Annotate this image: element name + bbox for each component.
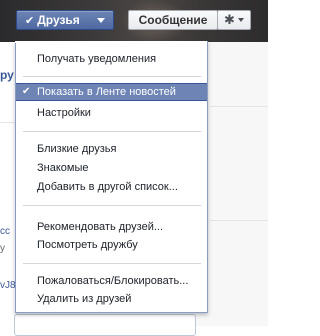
message-button-label: Сообщение [138, 13, 208, 27]
chevron-down-icon [237, 18, 244, 22]
menu-item-label: Добавить в другой список... [37, 181, 178, 193]
divider [210, 220, 268, 221]
menu-item-label: Пожаловаться/Блокировать... [37, 275, 189, 287]
menu-item-label: Настройки [37, 107, 91, 119]
menu-item-add-to-list[interactable]: Добавить в другой список... [16, 178, 207, 196]
menu-item-label: Знакомые [37, 162, 89, 174]
menu-item-settings[interactable]: Настройки [16, 104, 207, 122]
menu-separator [23, 131, 201, 132]
menu-item-label: Удалить из друзей [37, 293, 132, 305]
friends-dropdown-menu: Получать уведомления ✔ Показать в Ленте … [15, 41, 208, 313]
left-fragment-text: у [0, 243, 5, 254]
menu-item-close-friends[interactable]: Близкие друзья [16, 140, 207, 158]
menu-item-label: Близкие друзья [37, 143, 117, 155]
menu-item-see-friendship[interactable]: Посмотреть дружбу [16, 236, 207, 254]
menu-item-label: Показать в Ленте новостей [37, 86, 176, 98]
left-fragment-text: ру [0, 68, 14, 82]
menu-item-label: Получать уведомления [37, 53, 157, 65]
menu-item-acquaintances[interactable]: Знакомые [16, 159, 207, 177]
divider [210, 106, 268, 107]
settings-button[interactable]: ✱ [217, 10, 251, 30]
chevron-down-icon [97, 18, 105, 23]
menu-separator [23, 263, 201, 264]
menu-separator [23, 205, 201, 206]
checkmark-icon: ✔ [25, 14, 35, 27]
composer-box[interactable] [14, 314, 196, 336]
menu-connector [15, 41, 113, 43]
menu-item-get-notifications[interactable]: Получать уведомления [16, 50, 207, 68]
menu-item-label: Рекомендовать друзей... [37, 221, 164, 233]
divider [0, 122, 16, 123]
friends-button[interactable]: ✔ Друзья [16, 10, 114, 30]
gear-icon: ✱ [224, 12, 235, 27]
menu-item-suggest-friends[interactable]: Рекомендовать друзей... [16, 218, 207, 236]
friends-button-label: Друзья [37, 13, 80, 27]
checkmark-icon: ✔ [22, 86, 31, 97]
menu-item-label: Посмотреть дружбу [37, 239, 138, 251]
menu-separator [23, 76, 201, 77]
left-fragment-link[interactable]: vJ8 [0, 280, 16, 291]
menu-item-show-in-news-feed[interactable]: ✔ Показать в Ленте новостей [16, 83, 207, 101]
message-button[interactable]: Сообщение [128, 10, 218, 30]
menu-item-report-block[interactable]: Пожаловаться/Блокировать... [16, 272, 207, 290]
menu-item-unfriend[interactable]: Удалить из друзей [16, 290, 207, 308]
left-fragment-link[interactable]: сс [0, 226, 10, 237]
